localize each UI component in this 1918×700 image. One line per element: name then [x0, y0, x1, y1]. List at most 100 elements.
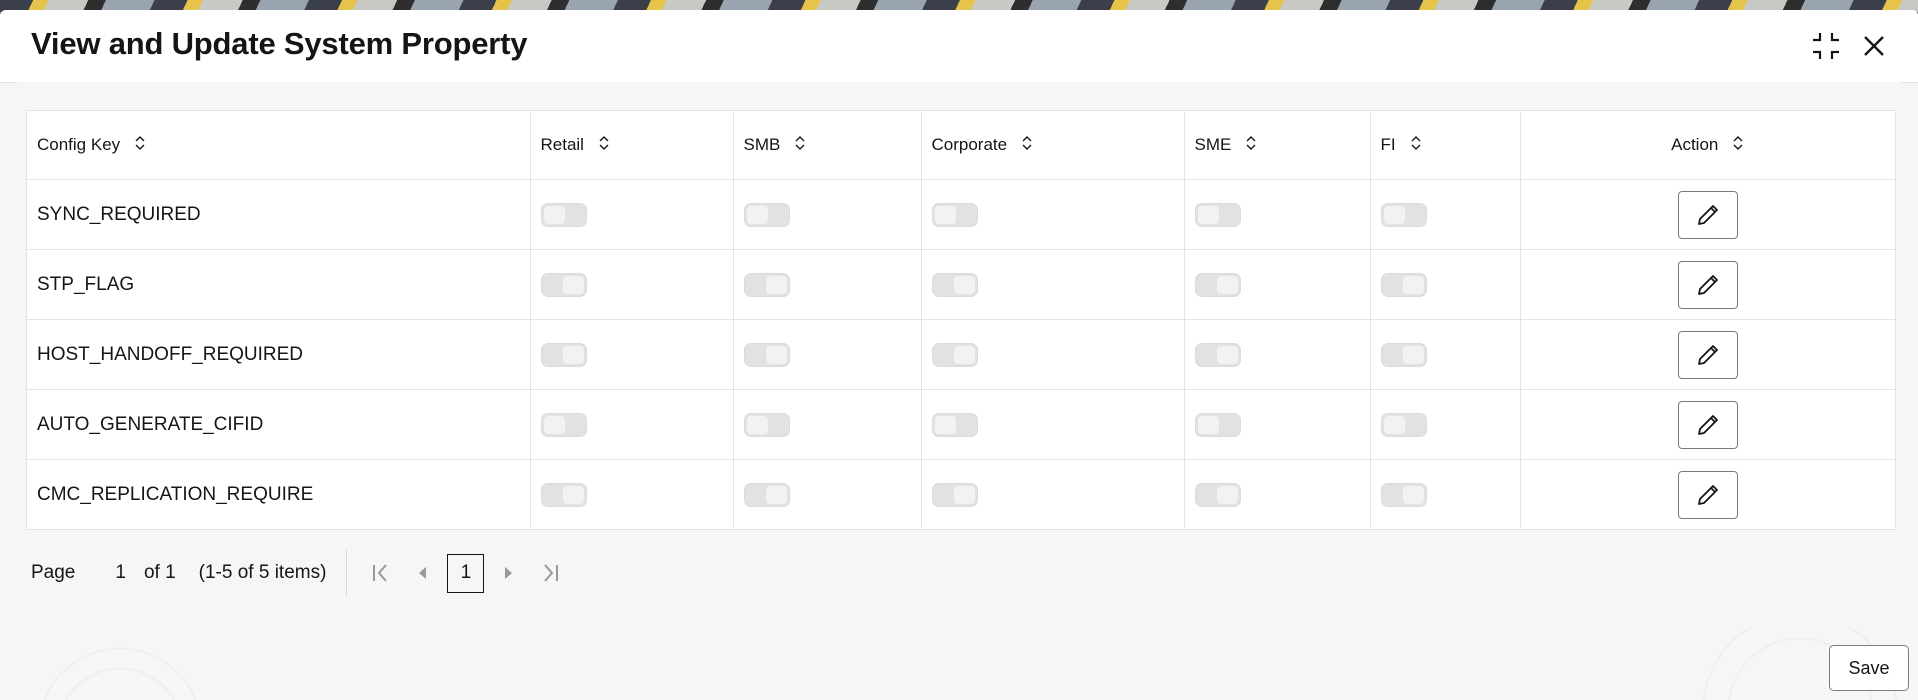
pencil-icon	[1697, 204, 1718, 225]
smb-toggle[interactable]	[743, 482, 790, 507]
previous-page-button[interactable]	[405, 553, 441, 593]
toggle-knob	[1402, 275, 1424, 294]
table-row: HOST_HANDOFF_REQUIRED	[27, 319, 1895, 390]
retail-toggle[interactable]	[540, 342, 587, 367]
edit-button[interactable]	[1677, 330, 1738, 379]
fi-toggle[interactable]	[1380, 412, 1427, 437]
column-header-corporate[interactable]: Corporate	[921, 111, 1185, 180]
sme-cell	[1184, 179, 1371, 250]
column-header-smb[interactable]: SMB	[733, 111, 922, 180]
sort-icon[interactable]	[598, 134, 610, 157]
corporate-cell	[921, 249, 1185, 320]
page-button-1[interactable]: 1	[447, 553, 485, 593]
corporate-toggle[interactable]	[931, 482, 978, 507]
retail-toggle[interactable]	[540, 202, 587, 227]
toggle-knob	[543, 415, 565, 434]
fi-cell	[1370, 389, 1521, 460]
sme-toggle[interactable]	[1194, 482, 1241, 507]
edit-button[interactable]	[1677, 260, 1738, 309]
sme-toggle[interactable]	[1194, 412, 1241, 437]
toggle-knob	[562, 485, 584, 504]
toggle-knob	[746, 205, 768, 224]
toggle-knob	[562, 345, 584, 364]
first-page-button[interactable]	[363, 553, 399, 593]
close-button[interactable]	[1856, 28, 1892, 64]
toggle-knob	[1216, 345, 1238, 364]
smb-toggle[interactable]	[743, 342, 790, 367]
table-row: STP_FLAG	[27, 249, 1895, 320]
config-key-cell: CMC_REPLICATION_REQUIRE	[27, 459, 531, 529]
retail-toggle[interactable]	[540, 272, 587, 297]
retail-cell	[530, 319, 734, 390]
fi-toggle[interactable]	[1380, 482, 1427, 507]
toggle-knob	[1383, 415, 1405, 434]
column-header-label: SMB	[743, 134, 781, 154]
fi-cell	[1370, 249, 1521, 320]
edit-button[interactable]	[1677, 470, 1738, 519]
sme-toggle[interactable]	[1194, 272, 1241, 297]
fi-toggle[interactable]	[1380, 202, 1427, 227]
table-header-row: Config Key Retail SMB Corporate SME FI Action	[27, 111, 1895, 180]
sme-cell	[1184, 249, 1371, 320]
smb-cell	[733, 459, 922, 529]
toggle-knob	[934, 205, 956, 224]
sort-icon[interactable]	[1021, 134, 1033, 157]
next-page-button[interactable]	[490, 553, 526, 593]
last-page-button[interactable]	[532, 553, 568, 593]
column-header-config-key[interactable]: Config Key	[27, 111, 531, 180]
config-key-cell: AUTO_GENERATE_CIFID	[27, 389, 531, 460]
sme-toggle[interactable]	[1194, 202, 1241, 227]
toggle-knob	[953, 485, 975, 504]
toggle-knob	[543, 205, 565, 224]
toggle-knob	[953, 275, 975, 294]
smb-cell	[733, 179, 922, 250]
edit-button[interactable]	[1677, 400, 1738, 449]
fi-toggle[interactable]	[1380, 272, 1427, 297]
sme-toggle[interactable]	[1194, 342, 1241, 367]
fi-toggle[interactable]	[1380, 342, 1427, 367]
corporate-cell	[921, 389, 1185, 460]
column-header-action[interactable]: Action	[1520, 111, 1895, 180]
corporate-toggle[interactable]	[931, 202, 978, 227]
fi-cell	[1370, 319, 1521, 390]
save-button[interactable]: Save	[1829, 645, 1909, 691]
pencil-icon	[1697, 484, 1718, 505]
sort-icon[interactable]	[794, 134, 806, 157]
column-header-sme[interactable]: SME	[1184, 111, 1371, 180]
sort-icon[interactable]	[134, 134, 146, 157]
pencil-icon	[1697, 344, 1718, 365]
dialog-header: View and Update System Property	[0, 10, 1918, 83]
corporate-toggle[interactable]	[931, 342, 978, 367]
sme-cell	[1184, 319, 1371, 390]
retail-toggle[interactable]	[540, 482, 587, 507]
corporate-toggle[interactable]	[931, 272, 978, 297]
sort-icon[interactable]	[1245, 134, 1257, 157]
sort-icon[interactable]	[1732, 134, 1744, 157]
smb-cell	[733, 319, 922, 390]
action-cell	[1520, 460, 1895, 530]
pencil-icon	[1697, 414, 1718, 435]
smb-toggle[interactable]	[743, 202, 790, 227]
close-icon	[1864, 36, 1884, 56]
edit-button[interactable]	[1677, 190, 1738, 239]
column-header-fi[interactable]: FI	[1370, 111, 1521, 180]
minimize-button[interactable]	[1808, 28, 1844, 64]
smb-toggle[interactable]	[743, 412, 790, 437]
toggle-knob	[1197, 415, 1219, 434]
last-page-icon	[544, 564, 559, 582]
toggle-knob	[1216, 275, 1238, 294]
retail-toggle[interactable]	[540, 412, 587, 437]
column-header-label: Corporate	[931, 134, 1008, 154]
corporate-toggle[interactable]	[931, 412, 978, 437]
retail-cell	[530, 249, 734, 320]
current-page-input[interactable]: 1	[115, 562, 126, 584]
column-header-retail[interactable]: Retail	[530, 111, 734, 180]
sort-icon[interactable]	[1410, 134, 1422, 157]
column-header-label: FI	[1380, 134, 1396, 154]
table-row: CMC_REPLICATION_REQUIRE	[27, 459, 1895, 530]
smb-cell	[733, 389, 922, 460]
smb-toggle[interactable]	[743, 272, 790, 297]
pencil-icon	[1697, 274, 1718, 295]
toggle-knob	[765, 275, 787, 294]
toggle-knob	[746, 415, 768, 434]
